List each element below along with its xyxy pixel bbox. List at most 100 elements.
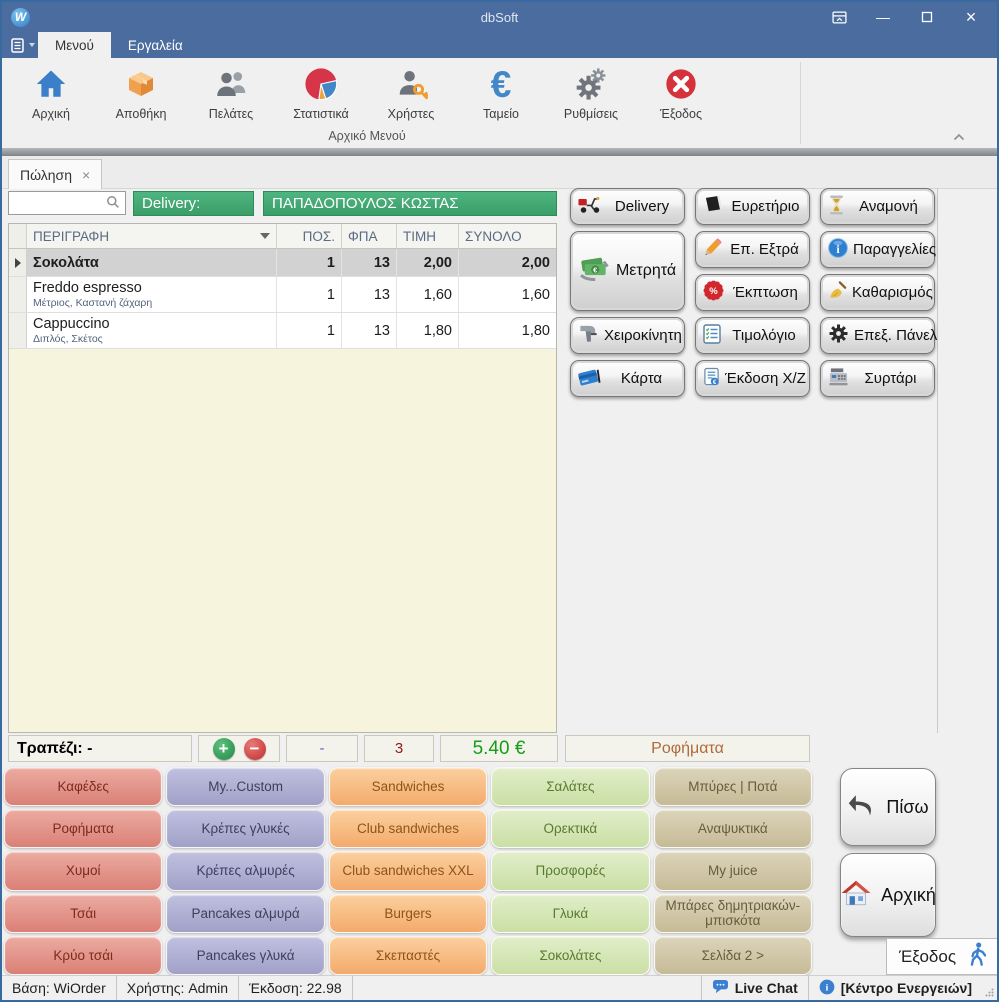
ribbon-item-exit[interactable]: Έξοδος xyxy=(636,58,726,121)
maximize-button[interactable] xyxy=(905,2,949,32)
delivery-button[interactable]: Delivery xyxy=(570,188,685,225)
report-xz-button[interactable]: € Έκδοση Χ/Ζ xyxy=(695,360,810,397)
decrease-qty-button[interactable]: − xyxy=(244,738,266,760)
category-button[interactable]: Pancakes γλυκά xyxy=(166,936,324,975)
invoice-icon xyxy=(703,324,721,348)
invoice-button[interactable]: Τιμολόγιο xyxy=(695,317,810,354)
active-category-label: Ροφήματα xyxy=(565,735,810,762)
category-button[interactable]: Τσάι xyxy=(4,894,162,933)
cash-button[interactable]: € Μετρητά xyxy=(570,231,685,311)
exit-button[interactable]: Έξοδος xyxy=(886,938,999,975)
ribbon-toggle-button[interactable] xyxy=(817,2,861,32)
item-description: CappuccinoΔιπλός, Σκέτος xyxy=(27,313,277,348)
status-right: Live Chat i [Κέντρο Ενεργειών] xyxy=(701,976,997,1000)
pencil-icon xyxy=(703,238,722,261)
category-button[interactable]: Burgers xyxy=(329,894,487,933)
category-button[interactable]: Ορεκτικά xyxy=(491,809,649,848)
table-row[interactable]: CappuccinoΔιπλός, Σκέτος 1 13 1,80 1,80 xyxy=(9,313,556,349)
tab-sale[interactable]: Πώληση × xyxy=(8,159,102,189)
item-total: 1,60 xyxy=(459,277,556,312)
increase-qty-button[interactable]: + xyxy=(213,738,235,760)
table-row[interactable]: Σοκολάτα 1 13 2,00 2,00 xyxy=(9,249,556,277)
item-vat: 13 xyxy=(342,277,397,312)
category-button[interactable]: My...Custom xyxy=(166,767,324,806)
category-button[interactable]: Γλυκά xyxy=(491,894,649,933)
discount-button[interactable]: % Έκπτωση xyxy=(695,274,810,311)
clear-button[interactable]: Καθαρισμός xyxy=(820,274,935,311)
col-vat[interactable]: ΦΠΑ xyxy=(342,224,397,248)
ribbon-tab-menu[interactable]: Μενού xyxy=(38,32,111,58)
manual-entry-button[interactable]: Χειροκίνητη xyxy=(570,317,685,354)
category-button[interactable]: Sandwiches xyxy=(329,767,487,806)
category-button[interactable]: Προσφορές xyxy=(491,851,649,890)
ribbon-item-customers[interactable]: Πελάτες xyxy=(186,58,276,121)
drawer-button[interactable]: Συρτάρι xyxy=(820,360,935,397)
svg-text:€: € xyxy=(713,378,717,385)
svg-text:€: € xyxy=(593,265,597,274)
live-chat-button[interactable]: Live Chat xyxy=(701,976,808,1000)
quick-access-menu-button[interactable] xyxy=(8,32,38,58)
category-button[interactable]: Club sandwiches XXL xyxy=(329,851,487,890)
hold-button[interactable]: Αναμονή xyxy=(820,188,935,225)
sort-arrow-icon[interactable] xyxy=(260,233,270,239)
category-button[interactable]: Κρέπες γλυκές xyxy=(166,809,324,848)
category-button[interactable]: My juice xyxy=(654,851,812,890)
chevron-up-icon xyxy=(953,133,965,141)
category-button[interactable]: Κρέπες αλμυρές xyxy=(166,851,324,890)
minimize-button[interactable]: — xyxy=(861,2,905,32)
item-price: 1,60 xyxy=(397,277,459,312)
category-button[interactable]: Σοκολάτες xyxy=(491,936,649,975)
table-row[interactable]: Freddo espressoΜέτριος, Καστανή ζάχαρη 1… xyxy=(9,277,556,313)
house-icon xyxy=(840,879,872,912)
ribbon-item-users[interactable]: Χρήστες xyxy=(366,58,456,121)
row-gutter xyxy=(9,277,27,312)
category-button[interactable]: Ροφήματα xyxy=(4,809,162,848)
resize-grip[interactable] xyxy=(982,976,997,1000)
orders-button[interactable]: i Παραγγελίες xyxy=(820,231,935,268)
category-button[interactable]: Σελίδα 2 > xyxy=(654,936,812,975)
ribbon-item-settings[interactable]: Ρυθμίσεις xyxy=(546,58,636,121)
close-button[interactable]: × xyxy=(949,2,993,32)
ribbon-items: Αρχική Αποθήκη Πελάτες Στατιστικά xyxy=(2,58,997,121)
ribbon-item-cashier[interactable]: € Ταμείο xyxy=(456,58,546,121)
category-button[interactable]: Καφέδες xyxy=(4,767,162,806)
category-button[interactable]: Μπύρες | Ποτά xyxy=(654,767,812,806)
ribbon-bottom-band xyxy=(2,148,997,156)
col-price[interactable]: ΤΙΜΗ xyxy=(397,224,459,248)
col-qty[interactable]: ΠΟΣ. xyxy=(277,224,342,248)
window-controls: — × xyxy=(817,2,993,32)
category-button[interactable]: Κρύο τσάι xyxy=(4,936,162,975)
home-button[interactable]: Αρχική xyxy=(840,853,936,937)
ribbon-item-home[interactable]: Αρχική xyxy=(6,58,96,121)
item-modifiers: Διπλός, Σκέτος xyxy=(33,333,103,345)
book-icon xyxy=(703,195,724,218)
search-input[interactable] xyxy=(8,191,126,215)
discount-icon: % xyxy=(703,280,724,305)
status-version: Έκδοση: 22.98 xyxy=(239,976,353,1000)
col-description[interactable]: ΠΕΡΙΓΡΑΦΗ xyxy=(27,224,277,248)
order-total: 5.40 € xyxy=(440,735,558,762)
status-bar: Βάση: WiOrder Χρήστης: Admin Έκδοση: 22.… xyxy=(2,975,997,1000)
extras-button[interactable]: Επ. Εξτρά xyxy=(695,231,810,268)
credit-card-icon xyxy=(578,368,601,390)
back-button[interactable]: Πίσω xyxy=(840,768,936,846)
qty-stepper: + − xyxy=(198,735,280,762)
action-center-button[interactable]: i [Κέντρο Ενεργειών] xyxy=(808,976,982,1000)
category-button[interactable]: Club sandwiches xyxy=(329,809,487,848)
ribbon-item-warehouse[interactable]: Αποθήκη xyxy=(96,58,186,121)
ribbon-tab-tools[interactable]: Εργαλεία xyxy=(111,32,200,58)
category-button[interactable]: Pancakes αλμυρά xyxy=(166,894,324,933)
category-button[interactable]: Σαλάτες xyxy=(491,767,649,806)
ribbon-collapse-button[interactable] xyxy=(953,128,965,146)
index-button[interactable]: Ευρετήριο xyxy=(695,188,810,225)
category-button[interactable]: Μπάρες δημητριακών-μπισκότα xyxy=(654,894,812,933)
barcode-scanner-icon xyxy=(578,324,599,347)
category-button[interactable]: Αναψυκτικά xyxy=(654,809,812,848)
tab-close-icon[interactable]: × xyxy=(82,167,90,183)
category-button[interactable]: Χυμοί xyxy=(4,851,162,890)
col-total[interactable]: ΣΥΝΟΛΟ xyxy=(459,224,556,248)
edit-panel-button[interactable]: Επεξ. Πάνελ xyxy=(820,317,935,354)
card-button[interactable]: Κάρτα xyxy=(570,360,685,397)
ribbon-item-statistics[interactable]: Στατιστικά xyxy=(276,58,366,121)
category-button[interactable]: Σκεπαστές xyxy=(329,936,487,975)
